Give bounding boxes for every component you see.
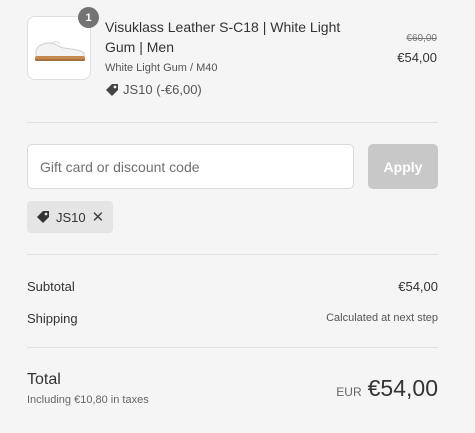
discount-tag-icon (106, 83, 118, 96)
product-discount: JS10 (-€6,00) (105, 82, 202, 97)
product-name: Visuklass Leather S-C18 | White Light Gu… (105, 19, 341, 55)
quantity-badge: 1 (78, 7, 99, 28)
shipping-value: Calculated at next step (326, 312, 438, 324)
product-price: €54,00 (397, 50, 437, 65)
applied-discount-code: JS10 (56, 209, 86, 225)
divider (27, 122, 438, 123)
applied-discount-chip: JS10 ✕ (27, 201, 114, 233)
grand-total: EUR €54,00 (336, 375, 438, 402)
subtotal-label: Subtotal (27, 279, 75, 294)
product-variant: White Light Gum / M40 (105, 62, 218, 74)
discount-tag-icon (37, 211, 49, 223)
total-value: €54,00 (367, 375, 438, 401)
close-icon[interactable]: ✕ (92, 210, 105, 225)
original-price: €60,00 (406, 33, 437, 44)
currency-code: EUR (336, 385, 362, 399)
divider (27, 254, 438, 255)
total-label: Total (27, 371, 61, 388)
apply-button[interactable]: Apply (368, 144, 438, 189)
product-discount-text: JS10 (-€6,00) (123, 82, 202, 97)
shipping-label: Shipping (27, 311, 78, 326)
discount-code-input[interactable] (27, 144, 354, 189)
divider (27, 347, 438, 348)
subtotal-value: €54,00 (398, 279, 438, 294)
tax-note: Including €10,80 in taxes (27, 394, 149, 406)
